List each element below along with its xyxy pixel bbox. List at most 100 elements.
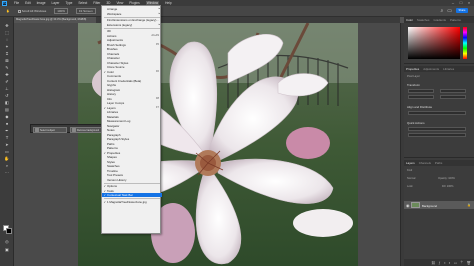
lasso-tool-icon[interactable]: ◌ [3,37,11,43]
window-menu-item-label: Info [107,96,112,101]
history-brush-tool-icon[interactable]: ↺ [3,93,11,99]
delete-layer-icon[interactable]: 🗑 [467,261,471,265]
zoom-value[interactable]: 100% [54,8,68,14]
add-mask-icon[interactable]: ◑ [443,261,445,265]
window-menu-item-label: 3D [107,29,111,33]
new-layer-icon[interactable]: ＋ [460,260,464,265]
background-color-swatch[interactable] [6,228,12,234]
window-menu-item[interactable]: ✓ Contextual Task Bar [102,193,162,198]
menu-select[interactable]: Select [78,1,87,5]
marquee-tool-icon[interactable]: ⬚ [3,30,11,36]
fit-screen-button[interactable]: Fit Screen [75,8,96,14]
window-menu-item-label: Workspace [107,11,122,16]
canvas-area[interactable] [14,23,400,266]
crop-tool-icon[interactable]: ⌗ [3,51,11,57]
gradient-tool-icon[interactable]: ▤ [3,107,11,113]
window-menu-item-label: History [107,92,116,96]
properties-panel-tabs: Properties Adjustments Libraries [404,66,474,72]
tab-libraries[interactable]: Libraries [443,67,454,71]
dodge-tool-icon[interactable]: ● [3,121,11,127]
brush-tool-icon[interactable]: ✐ [3,79,11,85]
tab-swatches[interactable]: Swatches [417,18,430,22]
layer-kind-filter[interactable]: Kind [407,169,412,172]
menu-edit[interactable]: Edit [25,1,31,5]
object-select-tool-icon[interactable]: ✦ [3,44,11,50]
blur-tool-icon[interactable]: ◆ [3,114,11,120]
hue-slider[interactable] [463,27,467,59]
scroll-all-windows-checkbox[interactable]: Scroll All Windows [17,9,47,13]
scroll-all-label: Scroll All Windows [21,9,47,13]
photoshop-logo-icon[interactable]: Ps [2,0,7,6]
tab-patterns[interactable]: Patterns [450,18,461,22]
color-picker-field[interactable] [408,27,460,59]
window-menu-item-label: Character [107,56,120,60]
height-field[interactable] [440,89,466,93]
menu-file[interactable]: File [14,1,19,5]
hand-tool-icon[interactable]: ✋ [3,156,11,162]
type-tool-icon[interactable]: T [3,135,11,141]
window-menu-item-label: Shapes [107,155,117,159]
menu-type[interactable]: Type [65,1,72,5]
clone-stamp-tool-icon[interactable]: ⊥ [3,86,11,92]
adjustment-layer-icon[interactable]: ◐ [449,261,451,265]
menu-image[interactable]: Image [37,1,46,5]
window-menu-item[interactable]: Version History [102,178,162,182]
edit-toolbar-icon[interactable]: ⋯ [3,170,11,176]
fill-field[interactable]: Fill: 100% [442,185,453,188]
link-layers-icon[interactable]: ⛓ [431,261,435,265]
select-subject-label: Select subject [40,128,55,132]
remove-background-label: Remove background [77,128,100,132]
lock-label: Lock: [407,185,414,188]
width-field[interactable] [408,89,434,93]
window-menu-item[interactable]: ✓ 1 MagnoliaTreeFlowerJune.jpg [102,200,162,204]
window-menu-item[interactable]: Workspace ▸ [102,12,162,16]
tab-gradients[interactable]: Gradients [433,18,446,22]
tab-paths[interactable]: Paths [435,161,442,165]
window-menu-item-label: Glyphs [107,83,116,87]
quick-action-button[interactable] [408,127,466,131]
pen-tool-icon[interactable]: ✒ [3,128,11,134]
tab-properties[interactable]: Properties [406,67,419,71]
tools-panel: ✥ ⬚ ◌ ✦ ⌗ ⊠ ✎ ✚ ✐ ⊥ ↺ ◧ ▤ ◆ ● ✒ T ➤ ▭ ✋ … [0,17,14,266]
move-tool-icon[interactable]: ✥ [3,23,11,29]
y-field[interactable] [440,95,466,99]
align-buttons[interactable] [408,111,466,115]
layer-row-background[interactable]: ◉ Background 🔒 [404,201,474,209]
menu-layer[interactable]: Layer [52,1,60,5]
eyedropper-tool-icon[interactable]: ✎ [3,65,11,71]
layers-footer: ⛓ ƒ ◑ ◐ ▭ ＋ 🗑 [404,259,474,266]
blend-mode-select[interactable]: Normal [407,177,415,180]
quick-action-button[interactable] [408,133,466,137]
remove-background-button[interactable]: Remove background [70,126,105,133]
window-menu-item-label: Tool Presets [107,173,123,177]
opacity-field[interactable]: Opacity: 100% [438,177,455,180]
tab-layers[interactable]: Layers [406,161,415,165]
quick-mask-icon[interactable]: ◎ [3,239,11,245]
select-subject-button[interactable]: Select subject [33,126,67,133]
lock-icon[interactable]: 🔒 [467,203,471,207]
window-menu-item-label: Paragraph [107,132,121,137]
window-menu-item[interactable]: Extensions (legacy) ▸ [102,23,162,27]
tab-color[interactable]: Color [406,18,413,22]
zoom-tool-icon[interactable]: ⌕ [3,163,11,169]
menu-help[interactable]: Help [165,1,172,5]
workspace-icon[interactable]: ▭ [447,8,452,14]
rectangle-tool-icon[interactable]: ▭ [3,149,11,155]
window-menu-item-label: Channels [107,51,120,56]
menu-filter[interactable]: Filter [93,1,100,5]
fx-icon[interactable]: ƒ [439,261,441,265]
share-button[interactable]: Share [456,8,468,13]
tab-channels[interactable]: Channels [419,161,431,165]
healing-tool-icon[interactable]: ✚ [3,72,11,78]
new-group-icon[interactable]: ▭ [454,261,457,265]
search-icon[interactable]: ⌕ [440,8,443,14]
visibility-eye-icon[interactable]: ◉ [406,203,410,208]
screen-mode-icon[interactable]: ▣ [3,247,11,253]
eraser-tool-icon[interactable]: ◧ [3,100,11,106]
window-menu-item-label: Content Credentials (Beta) [107,78,142,83]
window-menu-item-label: Notes [107,128,115,132]
x-field[interactable] [408,95,434,99]
tab-adjustments[interactable]: Adjustments [423,67,439,71]
path-select-tool-icon[interactable]: ➤ [3,142,11,148]
frame-tool-icon[interactable]: ⊠ [3,58,11,64]
